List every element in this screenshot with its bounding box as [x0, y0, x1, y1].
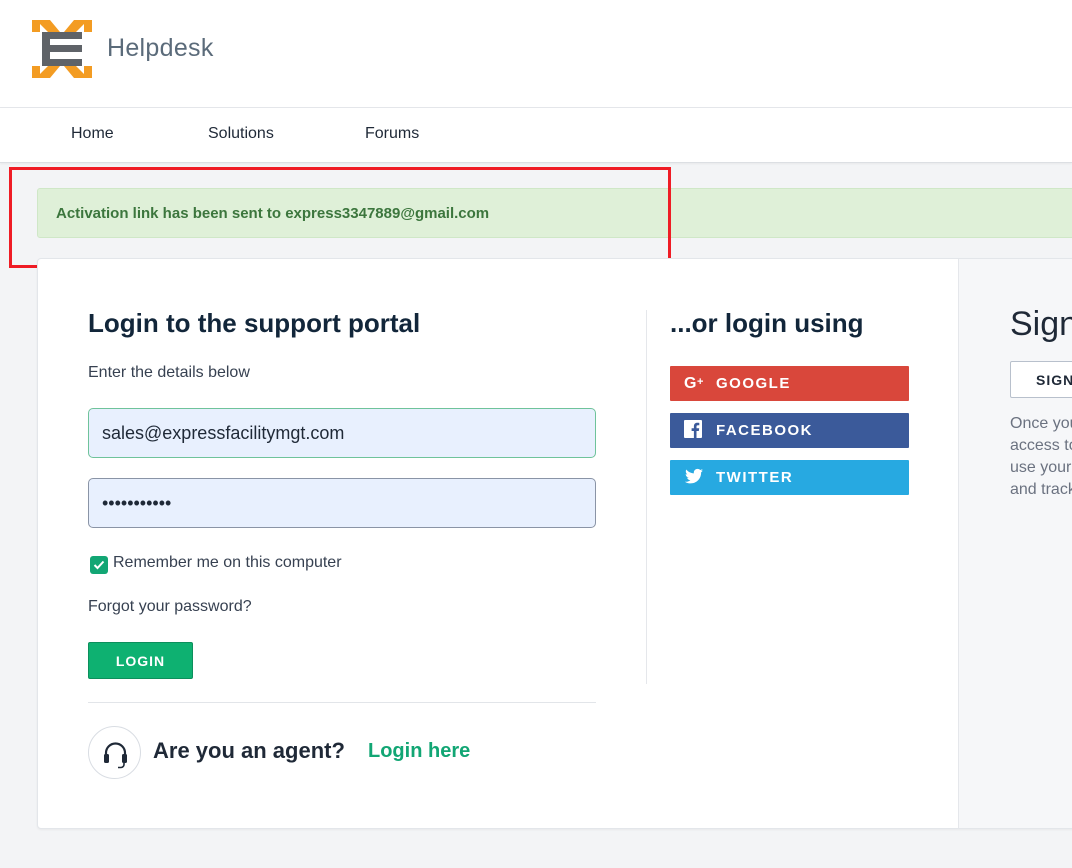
- forgot-password-link[interactable]: Forgot your password?: [88, 598, 252, 616]
- remember-me-label[interactable]: Remember me on this computer: [113, 554, 342, 572]
- helpdesk-logo-icon[interactable]: [30, 18, 94, 80]
- nav-forums[interactable]: Forums: [365, 125, 419, 143]
- svg-text:+: +: [697, 376, 705, 388]
- signup-desc-line: access to: [1010, 437, 1072, 454]
- highlight-annotation-box: [9, 167, 671, 268]
- brand-name: Helpdesk: [107, 34, 214, 62]
- password-field[interactable]: [88, 478, 596, 528]
- agent-question: Are you an agent?: [153, 738, 345, 763]
- signup-desc-line: use your: [1010, 459, 1072, 476]
- remember-me-checkbox[interactable]: [90, 556, 108, 574]
- signup-desc-line: and track: [1010, 481, 1072, 498]
- headset-icon: [104, 742, 127, 769]
- check-icon: [93, 560, 105, 570]
- nav-home[interactable]: Home: [71, 125, 114, 143]
- svg-text:G: G: [684, 375, 698, 392]
- agent-login-link[interactable]: Login here: [368, 740, 470, 763]
- google-login-button[interactable]: G + GOOGLE: [670, 366, 909, 401]
- facebook-label: FACEBOOK: [716, 422, 814, 439]
- signup-panel: [958, 259, 1072, 828]
- signup-button[interactable]: SIGN: [1010, 361, 1072, 398]
- top-header: Helpdesk: [0, 0, 1072, 108]
- social-login-title: ...or login using: [670, 308, 864, 338]
- nav-solutions[interactable]: Solutions: [208, 125, 274, 143]
- email-field[interactable]: [88, 408, 596, 458]
- twitter-icon: [684, 468, 703, 484]
- form-divider: [88, 702, 596, 703]
- signup-desc-line: Once you: [1010, 415, 1072, 432]
- twitter-label: TWITTER: [716, 469, 794, 486]
- main-nav: Home Solutions Forums: [0, 108, 1072, 163]
- twitter-login-button[interactable]: TWITTER: [670, 460, 909, 495]
- facebook-icon: [684, 420, 702, 438]
- google-plus-icon: G +: [684, 375, 705, 392]
- login-title: Login to the support portal: [88, 308, 421, 338]
- login-subtitle: Enter the details below: [88, 364, 250, 381]
- column-divider: [646, 310, 647, 684]
- facebook-login-button[interactable]: FACEBOOK: [670, 413, 909, 448]
- google-label: GOOGLE: [716, 375, 791, 392]
- agent-avatar: [88, 726, 141, 779]
- login-button[interactable]: LOGIN: [88, 642, 193, 679]
- signup-description: Once you access to use your and track: [1010, 413, 1072, 501]
- signup-title: Sign: [1010, 305, 1072, 343]
